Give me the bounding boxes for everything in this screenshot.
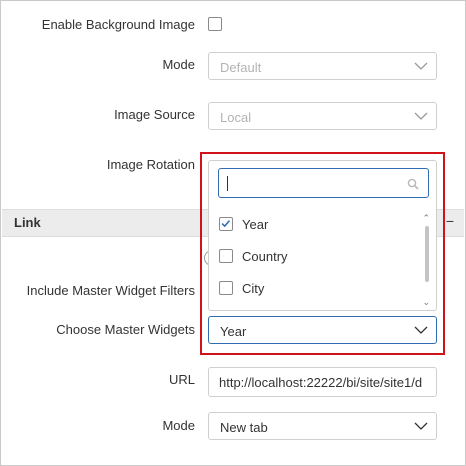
highlight-box (200, 152, 445, 355)
image-source-label: Image Source (114, 107, 195, 122)
image-source-value: Local (220, 110, 252, 125)
url-input[interactable]: http://localhost:22222/bi/site/site1/d (208, 367, 437, 397)
chevron-down-icon (414, 112, 428, 120)
image-rotation-label: Image Rotation (106, 157, 195, 172)
enable-background-image-label: Enable Background Image (41, 17, 195, 32)
link-mode-dropdown[interactable]: New tab (208, 412, 437, 440)
choose-master-widgets-label: Choose Master Widgets (56, 322, 195, 337)
url-label: URL (168, 372, 195, 387)
properties-panel: Enable Background Image Mode Default Ima… (0, 0, 466, 466)
chevron-down-icon (414, 62, 428, 70)
enable-background-image-checkbox[interactable] (208, 17, 222, 31)
link-mode-value: New tab (220, 420, 268, 435)
include-master-widget-filters-label: Include Master Widget Filters (26, 283, 195, 298)
mode-dropdown[interactable]: Default (208, 52, 437, 80)
url-input-value: http://localhost:22222/bi/site/site1/d (219, 375, 423, 390)
link-section-title: Link (14, 215, 41, 230)
chevron-down-icon (414, 422, 428, 430)
collapse-icon[interactable]: − (446, 213, 454, 229)
image-source-dropdown[interactable]: Local (208, 102, 437, 130)
link-mode-label: Mode (162, 418, 195, 433)
mode-label: Mode (162, 57, 195, 72)
mode-dropdown-value: Default (220, 60, 262, 75)
